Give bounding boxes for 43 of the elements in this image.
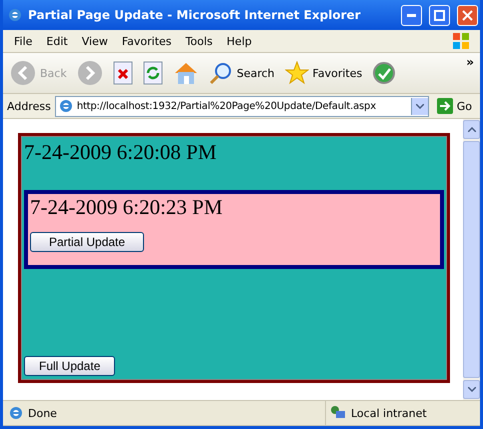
dropdown-button[interactable] <box>410 98 428 114</box>
menu-item[interactable]: Edit <box>39 34 75 48</box>
menu-item[interactable]: Favorites <box>114 34 179 48</box>
arrow-right-icon <box>436 98 453 114</box>
windows-logo-icon <box>452 32 470 50</box>
address-label: Address <box>7 100 51 112</box>
stop-icon <box>112 61 133 85</box>
go-button[interactable]: Go <box>432 98 476 114</box>
full-update-button[interactable]: Full Update <box>24 356 116 376</box>
menu-item[interactable]: Tools <box>178 34 220 48</box>
star-icon <box>284 61 309 85</box>
address-field[interactable]: http://localhost:1932/Partial%20Page%20Update/Default.aspx <box>54 96 429 116</box>
favorites-button[interactable]: Favorites <box>282 59 366 87</box>
browser-icon <box>7 7 23 23</box>
toolbar-overflow[interactable]: » <box>460 53 480 71</box>
maximize-icon <box>434 10 445 20</box>
close-icon <box>462 10 473 20</box>
minimize-button[interactable] <box>401 4 422 26</box>
menu-item[interactable]: File <box>7 34 40 48</box>
status-text: Done <box>28 406 57 420</box>
caret-down-icon <box>416 104 424 108</box>
window-title: Partial Page Update - Microsoft Internet Explorer <box>28 8 362 22</box>
caret-down-icon <box>468 387 476 392</box>
search-icon <box>208 61 233 85</box>
partial-update-button[interactable]: Partial Update <box>30 232 144 252</box>
network-icon <box>330 405 346 421</box>
maximize-button[interactable] <box>429 4 450 26</box>
page-icon <box>8 405 24 421</box>
page-icon <box>58 98 74 114</box>
caret-up-icon <box>468 127 476 132</box>
zone-text: Local intranet <box>351 406 427 420</box>
timestamp: 7-24-2009 6:20:23 PM <box>30 195 224 220</box>
refresh-icon <box>142 61 163 85</box>
search-button[interactable]: Search <box>206 59 278 87</box>
timestamp: 7-24-2009 6:20:08 PM <box>24 140 218 165</box>
close-button[interactable] <box>457 4 478 26</box>
scroll-up-button[interactable] <box>463 120 480 139</box>
menu-item[interactable]: Help <box>220 34 259 48</box>
menu-item[interactable]: View <box>74 34 115 48</box>
media-icon <box>372 61 396 85</box>
scroll-down-button[interactable] <box>463 380 480 399</box>
home-icon <box>172 60 199 86</box>
minimize-icon <box>407 14 416 16</box>
